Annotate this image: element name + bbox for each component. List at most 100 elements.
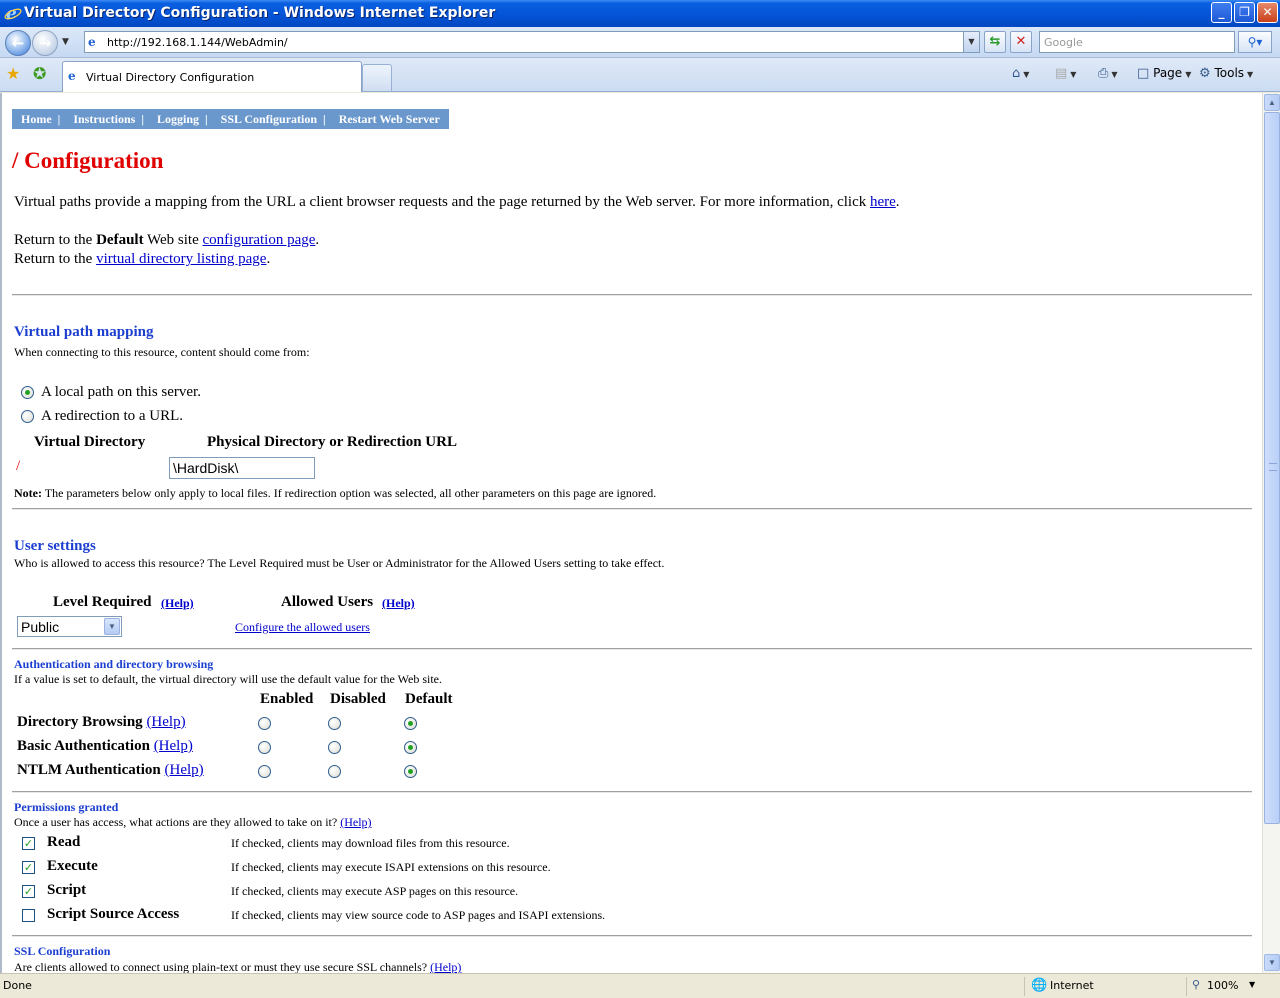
ntlm-authentication-disabled-radio[interactable] bbox=[328, 765, 341, 778]
execute-description: If checked, clients may execute ISAPI ex… bbox=[231, 860, 551, 874]
page-icon: e bbox=[68, 69, 76, 83]
script-source-access-checkbox[interactable] bbox=[22, 909, 35, 922]
address-bar[interactable]: e http://192.168.1.144/WebAdmin/ ▼ bbox=[84, 31, 980, 53]
window-title: Virtual Directory Configuration - Window… bbox=[24, 5, 496, 21]
redirection-radio[interactable] bbox=[21, 410, 34, 423]
directory-browsing-row: Directory Browsing (Help) bbox=[17, 714, 186, 731]
forward-button[interactable]: → bbox=[32, 30, 58, 56]
read-checkbox[interactable]: ✓ bbox=[22, 837, 35, 850]
execute-label: Execute bbox=[47, 858, 98, 874]
physical-directory-input[interactable]: \HardDisk\ bbox=[169, 457, 315, 479]
basic-authentication-disabled-radio[interactable] bbox=[328, 741, 341, 754]
search-input[interactable]: Google bbox=[1039, 31, 1235, 53]
level-required-label: Level Required bbox=[53, 594, 152, 610]
minimize-button[interactable]: _ bbox=[1211, 2, 1232, 23]
ntlm-authentication-row: NTLM Authentication (Help) bbox=[17, 762, 204, 779]
zoom-level: 100% bbox=[1207, 979, 1239, 992]
return-listing: Return to the virtual directory listing … bbox=[14, 251, 270, 268]
permissions-help-link[interactable]: (Help) bbox=[340, 815, 371, 829]
search-button[interactable]: ⚲▾ bbox=[1238, 31, 1272, 53]
level-required-select[interactable]: Public ▼ bbox=[17, 616, 122, 637]
allowed-users-label: Allowed Users bbox=[281, 594, 374, 610]
tab-virtual-directory-configuration[interactable]: e Virtual Directory Configuration bbox=[62, 61, 362, 92]
configuration-page-link[interactable]: configuration page bbox=[203, 232, 316, 248]
more-info-link[interactable]: here bbox=[870, 194, 896, 210]
local-path-radio[interactable] bbox=[21, 386, 34, 399]
level-required-help-link[interactable]: (Help) bbox=[161, 596, 194, 611]
script-description: If checked, clients may execute ASP page… bbox=[231, 884, 519, 898]
new-tab-button[interactable] bbox=[362, 64, 392, 91]
virtual-directory-value: / bbox=[16, 458, 21, 474]
chevron-down-icon[interactable]: ▼ bbox=[1249, 980, 1255, 989]
recent-pages-dropdown[interactable]: ▼ bbox=[62, 37, 69, 47]
address-dropdown-button[interactable]: ▼ bbox=[963, 32, 979, 52]
menu-separator: | bbox=[323, 112, 326, 126]
zoom-segment[interactable]: ⚲ 100% ▼ bbox=[1186, 977, 1276, 996]
basic-authentication-default-radio[interactable] bbox=[404, 741, 417, 754]
user-settings-description: Who is allowed to access this resource? … bbox=[14, 556, 665, 570]
directory-browsing-default-radio[interactable] bbox=[404, 717, 417, 730]
return-prefix: Return to the bbox=[14, 251, 97, 267]
page-icon: □ bbox=[1137, 66, 1150, 81]
add-favorites-icon[interactable]: ✪ bbox=[33, 64, 46, 83]
tools-menu-label: Tools bbox=[1214, 66, 1245, 80]
virtual-directory-listing-link[interactable]: virtual directory listing page bbox=[96, 251, 266, 267]
directory-browsing-enabled-radio[interactable] bbox=[258, 717, 271, 730]
directory-browsing-disabled-radio[interactable] bbox=[328, 717, 341, 730]
maximize-button[interactable]: ❐ bbox=[1234, 2, 1255, 23]
allowed-users-help-link[interactable]: (Help) bbox=[382, 596, 415, 611]
menu-instructions[interactable]: Instructions bbox=[73, 112, 135, 126]
scroll-up-button[interactable]: ▲ bbox=[1264, 94, 1280, 111]
directory-browsing-label: Directory Browsing bbox=[17, 714, 143, 730]
chevron-down-icon[interactable]: ▼ bbox=[104, 618, 120, 635]
search-icon: ⚲▾ bbox=[1247, 35, 1263, 49]
virtual-path-heading: Virtual path mapping bbox=[14, 324, 154, 340]
print-button[interactable]: ⎙ ▼ bbox=[1098, 66, 1118, 81]
ssl-help-link[interactable]: (Help) bbox=[430, 960, 461, 973]
redirection-label: A redirection to a URL. bbox=[41, 408, 184, 424]
virtual-directory-header: Virtual Directory bbox=[34, 434, 146, 450]
ntlm-authentication-enabled-radio[interactable] bbox=[258, 765, 271, 778]
directory-browsing-help-link[interactable]: (Help) bbox=[146, 714, 185, 730]
home-button[interactable]: ⌂ ▼ bbox=[1012, 66, 1029, 81]
zone-label: Internet bbox=[1050, 979, 1094, 992]
back-button[interactable]: ← bbox=[5, 30, 31, 56]
menu-logging[interactable]: Logging bbox=[157, 112, 199, 126]
basic-authentication-enabled-radio[interactable] bbox=[258, 741, 271, 754]
page-menu-button[interactable]: □ Page ▼ bbox=[1137, 66, 1191, 81]
favorites-star-icon[interactable]: ★ bbox=[6, 64, 20, 83]
refresh-button[interactable]: ⇆ bbox=[984, 31, 1006, 53]
address-url[interactable]: http://192.168.1.144/WebAdmin/ bbox=[107, 36, 288, 49]
gear-icon: ⚙ bbox=[1199, 66, 1211, 81]
menu-restart-web-server[interactable]: Restart Web Server bbox=[339, 112, 440, 126]
permissions-question: Once a user has access, what actions are… bbox=[14, 815, 341, 829]
physical-directory-header: Physical Directory or Redirection URL bbox=[207, 434, 457, 450]
menu-ssl-configuration[interactable]: SSL Configuration bbox=[221, 112, 317, 126]
page-menu-label: Page bbox=[1153, 66, 1183, 80]
execute-checkbox[interactable]: ✓ bbox=[22, 861, 35, 874]
ntlm-authentication-default-radio[interactable] bbox=[404, 765, 417, 778]
feeds-button[interactable]: ▤ ▼ bbox=[1055, 66, 1076, 81]
close-window-button[interactable]: ✕ bbox=[1257, 2, 1278, 23]
basic-authentication-row: Basic Authentication (Help) bbox=[17, 738, 193, 755]
authentication-description: If a value is set to default, the virtua… bbox=[14, 672, 443, 686]
period: . bbox=[266, 251, 271, 267]
basic-authentication-help-link[interactable]: (Help) bbox=[154, 738, 193, 754]
intro-text: Virtual paths provide a mapping from the… bbox=[14, 194, 900, 211]
ntlm-authentication-help-link[interactable]: (Help) bbox=[165, 762, 204, 778]
stop-button[interactable]: ✕ bbox=[1010, 31, 1032, 53]
menu-home[interactable]: Home bbox=[21, 112, 52, 126]
vertical-scrollbar[interactable]: ▲ ▼ bbox=[1262, 93, 1280, 973]
configure-allowed-users-link[interactable]: Configure the allowed users bbox=[235, 620, 370, 635]
divider bbox=[12, 935, 1252, 937]
read-description: If checked, clients may download files f… bbox=[231, 836, 510, 850]
ssl-configuration-heading: SSL Configuration bbox=[14, 944, 111, 958]
scrollbar-thumb[interactable] bbox=[1264, 112, 1280, 824]
window-titlebar: e Virtual Directory Configuration - Wind… bbox=[0, 0, 1280, 27]
chevron-down-icon: ▼ bbox=[1070, 70, 1077, 79]
rss-feed-icon: ▤ bbox=[1055, 66, 1068, 81]
script-source-access-description: If checked, clients may view source code… bbox=[231, 908, 606, 922]
script-checkbox[interactable]: ✓ bbox=[22, 885, 35, 898]
tools-menu-button[interactable]: ⚙ Tools ▼ bbox=[1199, 66, 1253, 81]
scroll-down-button[interactable]: ▼ bbox=[1264, 954, 1280, 971]
